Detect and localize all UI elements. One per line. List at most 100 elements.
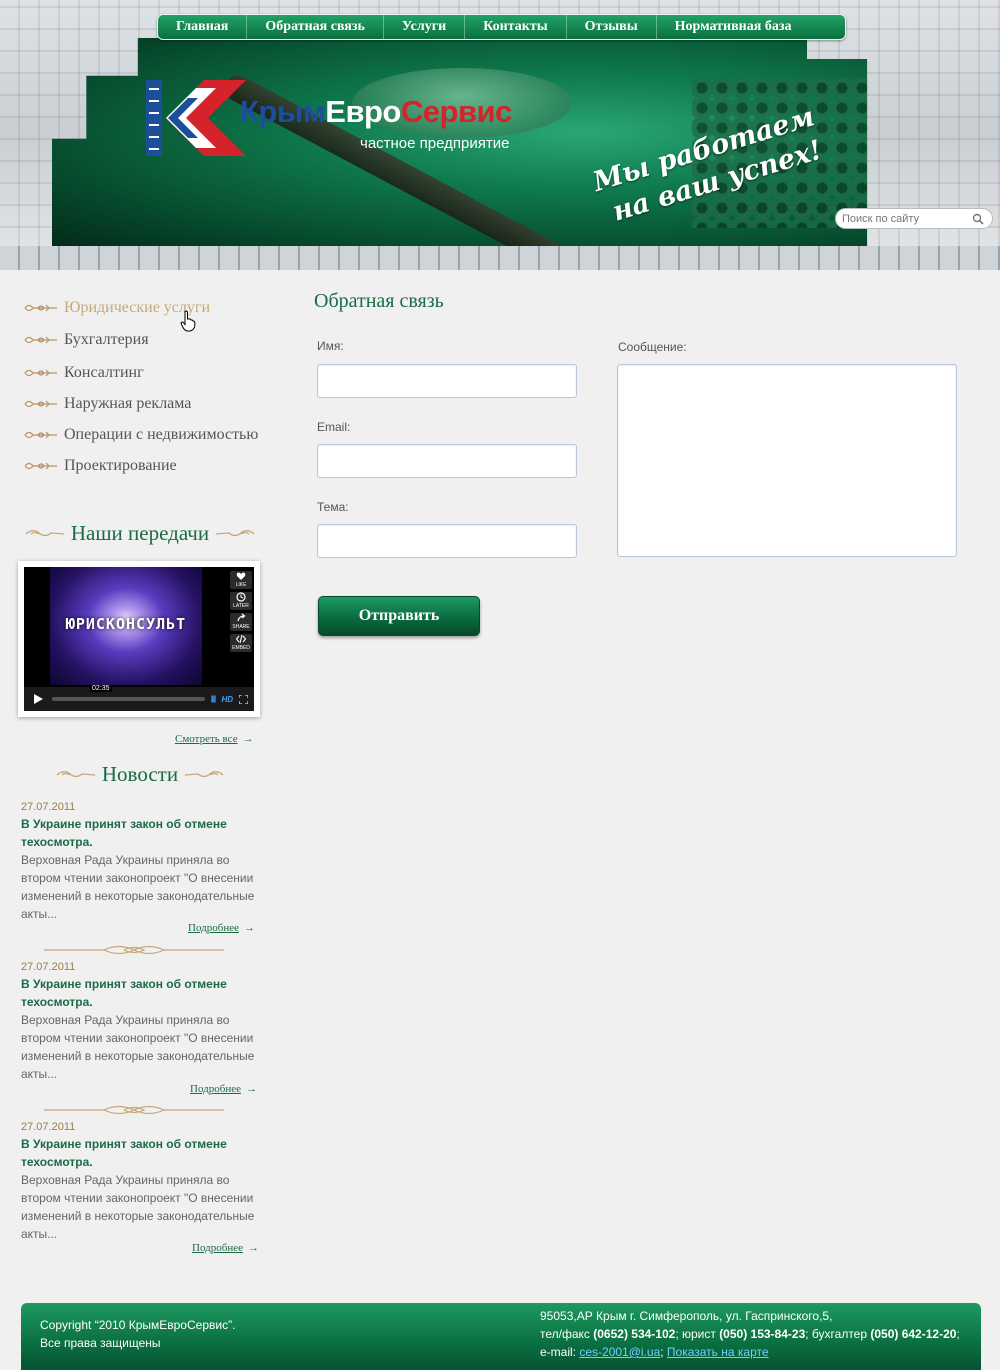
- news-excerpt: Верховная Рада Украины приняла во втором…: [21, 853, 255, 921]
- news-title[interactable]: В Украине принят закон об отмене техосмо…: [21, 1135, 261, 1171]
- news-excerpt: Верховная Рада Украины приняла во втором…: [21, 1013, 255, 1081]
- play-icon[interactable]: [30, 691, 46, 707]
- menu-item-outdoor-ads[interactable]: Наружная реклама: [24, 388, 294, 419]
- ornament-icon: [24, 400, 57, 407]
- flourish-right-icon: [216, 529, 255, 536]
- copyright-text: Copyright “2010 КрымЕвроСервис”.: [40, 1318, 236, 1332]
- watch-all-link[interactable]: Смотреть все →: [175, 733, 254, 745]
- message-label: Сообщение:: [618, 340, 687, 354]
- email-prefix: e-mail:: [540, 1345, 580, 1359]
- embed-icon: [236, 634, 246, 644]
- news-more-link[interactable]: Подробнее →: [192, 1242, 259, 1254]
- arrow-right-icon: →: [243, 922, 255, 934]
- hd-badge[interactable]: HD: [221, 695, 233, 704]
- menu-item-label: Консалтинг: [64, 363, 144, 381]
- clock-icon: [236, 592, 246, 602]
- share-icon: [237, 613, 246, 622]
- ornament-icon: [24, 304, 57, 311]
- logo-name-part1: Крым: [240, 94, 326, 129]
- name-label: Имя:: [317, 339, 344, 353]
- submit-button[interactable]: Отправить: [318, 596, 480, 636]
- later-label: LATER: [233, 603, 249, 609]
- news-title[interactable]: В Украине принят закон об отмене техосмо…: [21, 975, 261, 1011]
- main-nav: Главная Обратная связь Услуги Контакты О…: [157, 14, 846, 40]
- nav-item-regulatory[interactable]: Нормативная база: [657, 15, 810, 39]
- like-button[interactable]: LIKE: [230, 571, 252, 589]
- news-date: 27.07.2011: [21, 801, 76, 813]
- ornament-icon: [24, 431, 57, 438]
- video-time: 02:35: [90, 685, 112, 692]
- footer: Copyright “2010 КрымЕвроСервис”. Все пра…: [21, 1303, 981, 1370]
- nav-item-contacts[interactable]: Контакты: [465, 15, 567, 39]
- subject-label: Тема:: [317, 500, 349, 514]
- nav-item-feedback[interactable]: Обратная связь: [247, 15, 384, 39]
- news-more-link[interactable]: Подробнее →: [190, 1083, 257, 1095]
- page-title: Обратная связь: [314, 290, 444, 312]
- news-item: 27.07.2011 В Украине принят закон об отм…: [21, 799, 261, 923]
- share-button[interactable]: SHARE: [230, 613, 252, 631]
- menu-item-real-estate[interactable]: Операции с недвижимостью: [24, 419, 294, 450]
- accountant-prefix: ; бухгалтер: [805, 1327, 871, 1341]
- message-field[interactable]: [617, 364, 957, 557]
- volume-indicator[interactable]: ||||||: [211, 696, 217, 703]
- ornament-divider: [44, 1105, 224, 1115]
- nav-item-home[interactable]: Главная: [158, 15, 248, 39]
- news-more-text: Подробнее: [192, 1242, 243, 1254]
- embed-button[interactable]: EMBED: [230, 634, 252, 652]
- video-control-bar: 02:35 |||||| HD: [24, 685, 254, 711]
- search-icon[interactable]: [972, 213, 984, 225]
- watch-all-text: Смотреть все: [175, 733, 238, 745]
- search-input[interactable]: [842, 212, 972, 225]
- phones-end: ;: [956, 1327, 960, 1341]
- ornament-divider: [44, 945, 224, 955]
- logo-icon[interactable]: [146, 80, 246, 156]
- nav-item-services[interactable]: Услуги: [384, 15, 466, 39]
- video-progress-bar[interactable]: 02:35: [52, 685, 205, 701]
- email-line: e-mail: ces-2001@i.ua; Показать на карте: [540, 1343, 960, 1361]
- hand-cursor-icon: [180, 310, 196, 332]
- news-more-link[interactable]: Подробнее →: [188, 922, 255, 934]
- menu-item-legal[interactable]: Юридические услуги: [24, 292, 294, 323]
- menu-item-accounting[interactable]: Бухгалтерия: [24, 323, 294, 357]
- flourish-left-icon: [25, 529, 64, 536]
- lawyer-prefix: ; юрист: [675, 1327, 720, 1341]
- video-side-controls: LIKE LATER SHARE EMBED: [230, 571, 252, 652]
- phone-accountant: (050) 642-12-20: [870, 1327, 957, 1341]
- services-menu: Юридические услуги Бухгалтерия Консалтин…: [24, 292, 294, 481]
- menu-item-label: Бухгалтерия: [64, 331, 149, 348]
- subject-field[interactable]: [317, 524, 577, 558]
- nav-item-reviews[interactable]: Отзывы: [567, 15, 657, 39]
- news-item: 27.07.2011 В Украине принят закон об отм…: [21, 1119, 261, 1243]
- ornament-icon: [24, 462, 57, 469]
- menu-item-design[interactable]: Проектирование: [24, 450, 294, 481]
- email-sep: ;: [660, 1345, 667, 1359]
- map-link[interactable]: Показать на карте: [667, 1345, 769, 1359]
- contacts-block: 95053,АР Крым г. Симферополь, ул. Гаспри…: [540, 1307, 960, 1361]
- menu-item-consulting[interactable]: Консалтинг: [24, 357, 294, 388]
- news-date: 27.07.2011: [21, 961, 76, 973]
- logo-name: КрымЕвроСервис: [240, 94, 512, 130]
- phones-line: тел/факс (0652) 534-102; юрист (050) 153…: [540, 1325, 960, 1343]
- menu-item-label: Наружная реклама: [64, 394, 192, 412]
- email-label: Email:: [317, 420, 351, 434]
- watch-later-button[interactable]: LATER: [230, 592, 252, 610]
- rights-text: Все права защищены: [40, 1336, 161, 1350]
- arrow-right-icon: →: [247, 1242, 259, 1254]
- video-frame[interactable]: ЮРИСКОНСУЛЬТ LIKE LATER SHARE EMBED 02:3…: [24, 567, 254, 711]
- menu-item-label: Проектирование: [64, 456, 177, 474]
- phone-lawyer: (050) 153-84-23: [719, 1327, 806, 1341]
- video-player[interactable]: ЮРИСКОНСУЛЬТ LIKE LATER SHARE EMBED 02:3…: [18, 561, 260, 717]
- phone-prefix: тел/факс: [540, 1327, 594, 1341]
- news-more-text: Подробнее: [190, 1083, 241, 1095]
- menu-item-label: Операции с недвижимостью: [64, 425, 259, 443]
- ornament-icon: [24, 369, 57, 376]
- heart-icon: [236, 572, 246, 580]
- news-title[interactable]: В Украине принят закон об отмене техосмо…: [21, 815, 261, 851]
- email-field[interactable]: [317, 444, 577, 478]
- fullscreen-icon[interactable]: [239, 694, 248, 704]
- address-text: 95053,АР Крым г. Симферополь, ул. Гаспри…: [540, 1309, 833, 1323]
- logo-name-part3: Сервис: [400, 94, 512, 129]
- name-field[interactable]: [317, 364, 577, 398]
- news-excerpt: Верховная Рада Украины приняла во втором…: [21, 1173, 255, 1241]
- email-link[interactable]: ces-2001@i.ua: [579, 1345, 660, 1359]
